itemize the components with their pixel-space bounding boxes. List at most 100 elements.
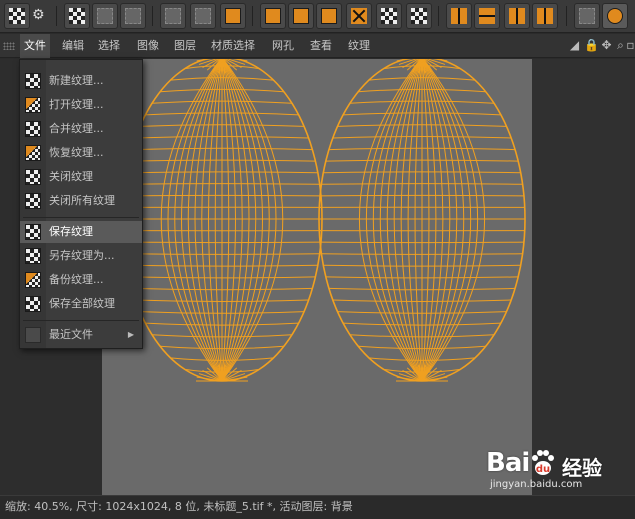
menu-mesh[interactable]: 网孔 (268, 34, 298, 58)
frame-icon (97, 8, 113, 24)
file-menu-dropdown: 新建纹理... 打开纹理... 合并纹理... 恢复纹理... 关闭纹理 关闭所… (19, 59, 143, 349)
uv-distribute-button[interactable] (532, 3, 558, 29)
menu-separator (23, 217, 139, 218)
recent-files-icon (25, 327, 41, 343)
uv-rotate-icon (321, 8, 337, 24)
backup-texture-icon (25, 272, 41, 288)
menu-item-label: 备份纹理... (49, 273, 104, 286)
checker-icon (9, 8, 25, 24)
menu-recent-files[interactable]: 最近文件 ▶ (20, 324, 142, 346)
menu-merge-texture[interactable]: 合并纹理... (20, 118, 142, 140)
uv-split-h-button[interactable] (474, 3, 500, 29)
menu-material-select[interactable]: 材质选择 (207, 34, 259, 58)
menu-close-texture[interactable]: 关闭纹理 (20, 166, 142, 188)
close-all-textures-icon (25, 193, 41, 209)
save-texture-icon (25, 224, 41, 240)
menu-texture[interactable]: 纹理 (344, 34, 374, 58)
menu-separator (23, 320, 139, 321)
menu-open-texture[interactable]: 打开纹理... (20, 94, 142, 116)
distribute-icon (537, 8, 553, 24)
uv-delete-icon (225, 8, 241, 24)
dotted-grid-icon (165, 8, 181, 24)
split-horizontal-icon (479, 8, 495, 24)
grid-1-button[interactable] (160, 3, 186, 29)
gear-icon: ⚙ (32, 7, 45, 23)
menu-view[interactable]: 查看 (306, 34, 336, 58)
lock-icon[interactable]: 🔒 (584, 39, 599, 52)
refresh-icon (125, 8, 141, 24)
menu-item-label: 恢复纹理... (49, 146, 104, 159)
uv-split-v-button[interactable] (446, 3, 472, 29)
uv-mesh (121, 59, 526, 382)
menu-save-texture[interactable]: 保存纹理 (20, 221, 142, 243)
new-texture-icon (25, 73, 41, 89)
move-icon[interactable]: ✥ (600, 39, 613, 52)
menu-new-texture[interactable]: 新建纹理... (20, 70, 142, 92)
uv-island-1 (121, 59, 323, 382)
uv-relax-icon (351, 8, 367, 24)
grid-icon (195, 8, 211, 24)
menu-revert-texture[interactable]: 恢复纹理... (20, 142, 142, 164)
uv-scale-button[interactable] (288, 3, 314, 29)
tool-3-button[interactable] (120, 3, 146, 29)
uv-sphere-button[interactable] (602, 3, 628, 29)
open-texture-icon (25, 97, 41, 113)
sphere-icon (607, 8, 623, 24)
menu-bar: 文件 编辑 选择 图像 图层 材质选择 网孔 查看 纹理 ◢ 🔒 ✥ ⌕ ▫ (0, 34, 635, 58)
watermark-logo: Bai (486, 448, 530, 478)
uv-delete-button[interactable] (220, 3, 246, 29)
split-vertical-icon (451, 8, 467, 24)
histogram-icon[interactable]: ◢ (568, 39, 581, 52)
menu-item-label: 新建纹理... (49, 74, 104, 87)
settings-button[interactable]: ⚙ (30, 3, 50, 29)
menu-save-texture-as[interactable]: 另存纹理为... (20, 245, 142, 267)
status-text: 缩放: 40.5%, 尺寸: 1024x1024, 8 位, 未标题_5.tif… (5, 500, 353, 513)
uv-island-2 (318, 59, 526, 382)
menu-save-all-textures[interactable]: 保存全部纹理 (20, 293, 142, 315)
watermark-url: jingyan.baidu.com (490, 479, 583, 490)
menu-item-label: 关闭所有纹理 (49, 194, 115, 207)
main-toolbar: ⚙ (0, 0, 635, 33)
menu-item-label: 关闭纹理 (49, 170, 93, 183)
uv-move-button[interactable] (260, 3, 286, 29)
uv-relax-button[interactable] (346, 3, 372, 29)
menu-layer[interactable]: 图层 (170, 34, 200, 58)
texture-mode-button[interactable] (4, 3, 30, 29)
tool-2-button[interactable] (92, 3, 118, 29)
menu-select[interactable]: 选择 (94, 34, 124, 58)
menu-file[interactable]: 文件 (20, 34, 50, 58)
close-texture-icon (25, 169, 41, 185)
menu-close-all-textures[interactable]: 关闭所有纹理 (20, 190, 142, 212)
menu-item-label: 另存纹理为... (49, 249, 115, 262)
submenu-arrow-icon: ▶ (127, 330, 134, 339)
align-icon (509, 8, 525, 24)
menu-item-label: 合并纹理... (49, 122, 104, 135)
merge-texture-icon (25, 121, 41, 137)
swap-icon (579, 8, 595, 24)
menu-image[interactable]: 图像 (133, 34, 163, 58)
pin-icon (69, 8, 85, 24)
uv-mirror-button[interactable] (406, 3, 432, 29)
menu-item-label: 最近文件 (49, 328, 93, 341)
grid-2-button[interactable] (190, 3, 216, 29)
uv-mirror-icon (411, 8, 427, 24)
revert-texture-icon (25, 145, 41, 161)
menu-backup-texture[interactable]: 备份纹理... (20, 269, 142, 291)
uv-scale-icon (293, 8, 309, 24)
save-all-textures-icon (25, 296, 41, 312)
menu-edit[interactable]: 编辑 (58, 34, 88, 58)
pin-tool-button[interactable] (64, 3, 90, 29)
uv-align-button[interactable] (504, 3, 530, 29)
uv-rotate-button[interactable] (316, 3, 342, 29)
status-bar: 缩放: 40.5%, 尺寸: 1024x1024, 8 位, 未标题_5.tif… (0, 495, 635, 519)
texture-canvas[interactable] (102, 59, 532, 495)
uv-swap-button[interactable] (574, 3, 600, 29)
expand-icon[interactable]: ▫ (624, 39, 635, 52)
uv-move-icon (265, 8, 281, 24)
uv-grid-relax-button[interactable] (376, 3, 402, 29)
baidu-watermark: Bai du 经验 jingyan.baidu.com (478, 446, 628, 496)
save-texture-as-icon (25, 248, 41, 264)
paw-icon: du (532, 450, 554, 475)
menu-item-label: 打开纹理... (49, 98, 104, 111)
uv-grid-icon (381, 8, 397, 24)
